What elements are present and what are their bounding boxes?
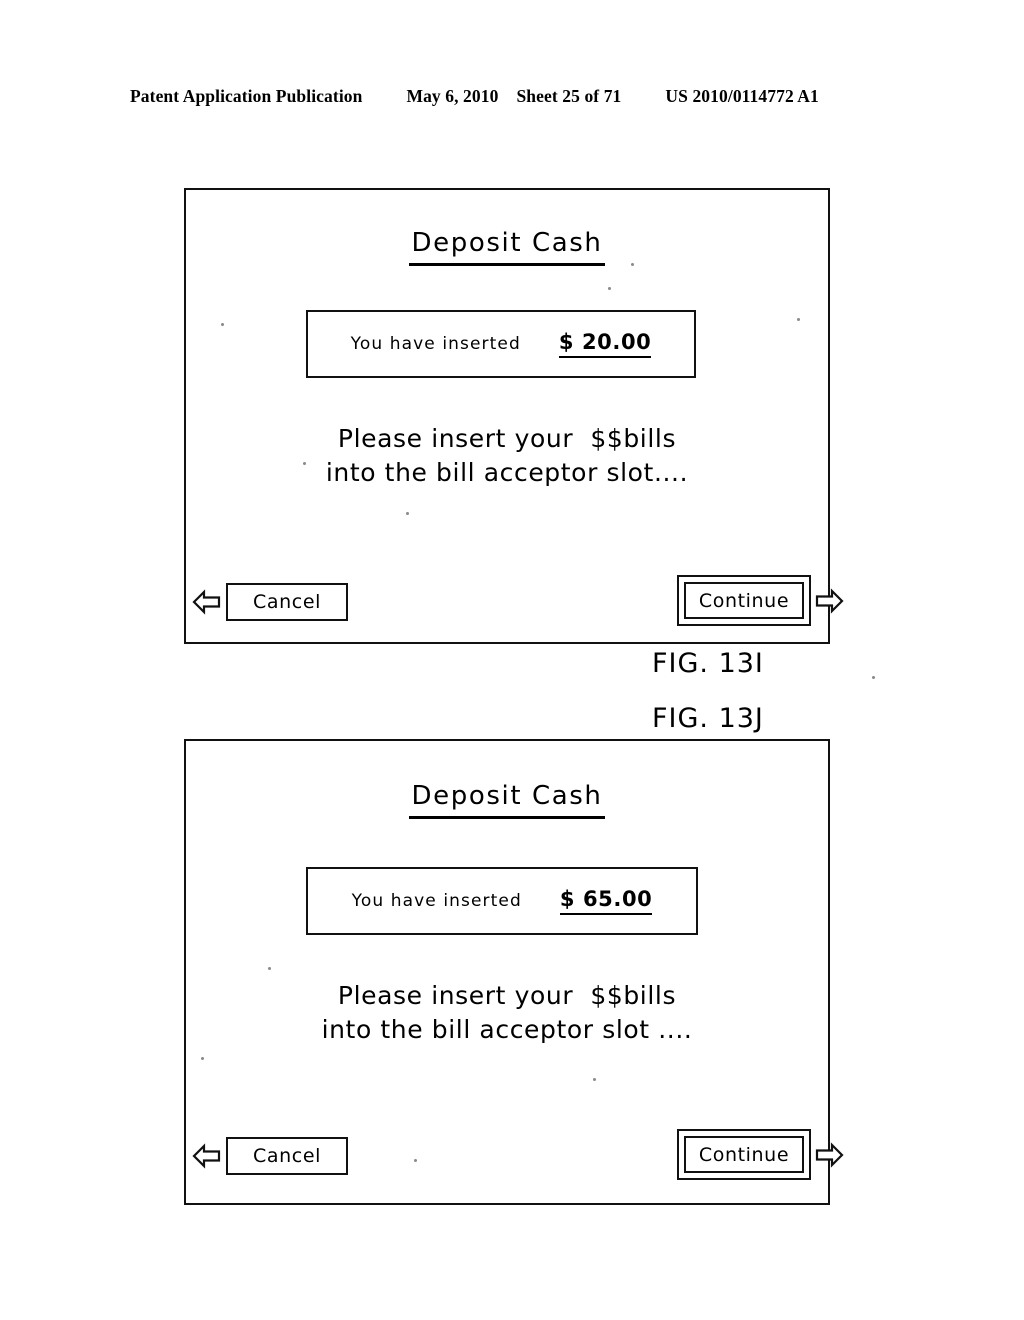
publication-date: May 6, 2010	[406, 86, 499, 106]
right-arrow-icon	[814, 1141, 844, 1169]
continue-button[interactable]: Continue	[684, 582, 804, 619]
continue-button-label: Continue	[698, 589, 790, 612]
inserted-amount-box-13j: You have inserted $ 65.00	[306, 867, 698, 935]
atm-screen-13i: Deposit Cash You have inserted $ 20.00 P…	[184, 188, 844, 644]
scan-speck	[201, 1057, 204, 1060]
cancel-button-label: Cancel	[253, 1145, 321, 1167]
continue-button-label: Continue	[698, 1143, 790, 1166]
continue-default-frame: Continue	[677, 1129, 811, 1180]
continue-default-frame: Continue	[677, 575, 811, 626]
figure-caption-13j: FIG. 13J	[652, 703, 764, 734]
figure-caption-13i: FIG. 13I	[652, 648, 764, 679]
screen-title-text: Deposit Cash	[408, 781, 606, 819]
scan-speck	[414, 1159, 417, 1162]
cancel-button-label: Cancel	[253, 591, 321, 613]
cancel-button-group-13j: Cancel	[192, 1137, 348, 1175]
inserted-amount-label: You have inserted	[351, 891, 522, 911]
atm-screen-13j: Deposit Cash You have inserted $ 65.00 P…	[184, 739, 844, 1205]
scan-speck	[797, 318, 800, 321]
instruction-line-2: into the bill acceptor slot ....	[321, 1015, 693, 1044]
continue-button-group-13i: Continue	[677, 575, 844, 626]
publication-label: Patent Application Publication	[130, 86, 363, 106]
patent-page-header: Patent Application Publication May 6, 20…	[130, 86, 890, 107]
button-row-13i: Cancel Continue	[186, 575, 844, 631]
inserted-amount-box-13i: You have inserted $ 20.00	[306, 310, 696, 378]
cancel-button[interactable]: Cancel	[226, 583, 348, 621]
scan-speck	[268, 967, 271, 970]
screen-title-13i: Deposit Cash	[186, 228, 828, 266]
scan-speck	[221, 323, 224, 326]
cancel-button-group-13i: Cancel	[192, 583, 348, 621]
instruction-line-1: Please insert your $$bills	[337, 424, 677, 453]
sheet-number: Sheet 25 of 71	[516, 86, 622, 106]
scan-speck	[406, 512, 409, 515]
screen-title-13j: Deposit Cash	[186, 781, 828, 819]
cancel-button[interactable]: Cancel	[226, 1137, 348, 1175]
scan-speck	[593, 1078, 596, 1081]
patent-number: US 2010/0114772 A1	[665, 86, 819, 106]
inserted-amount-value: $ 65.00	[559, 887, 653, 915]
scan-speck	[303, 462, 306, 465]
button-row-13j: Cancel Continue	[186, 1129, 844, 1185]
continue-button-group-13j: Continue	[677, 1129, 844, 1180]
instruction-text-13j: Please insert your $$bills into the bill…	[186, 979, 828, 1047]
left-arrow-icon	[192, 588, 222, 616]
instruction-text-13i: Please insert your $$bills into the bill…	[186, 422, 828, 490]
scan-speck	[872, 676, 875, 679]
scan-speck	[631, 263, 634, 266]
inserted-amount-value: $ 20.00	[558, 330, 652, 358]
right-arrow-icon	[814, 587, 844, 615]
inserted-amount-label: You have inserted	[350, 334, 521, 354]
scan-speck	[608, 287, 611, 290]
continue-button[interactable]: Continue	[684, 1136, 804, 1173]
screen-title-text: Deposit Cash	[408, 228, 606, 266]
instruction-line-2: into the bill acceptor slot....	[325, 458, 689, 487]
left-arrow-icon	[192, 1142, 222, 1170]
instruction-line-1: Please insert your $$bills	[337, 981, 677, 1010]
